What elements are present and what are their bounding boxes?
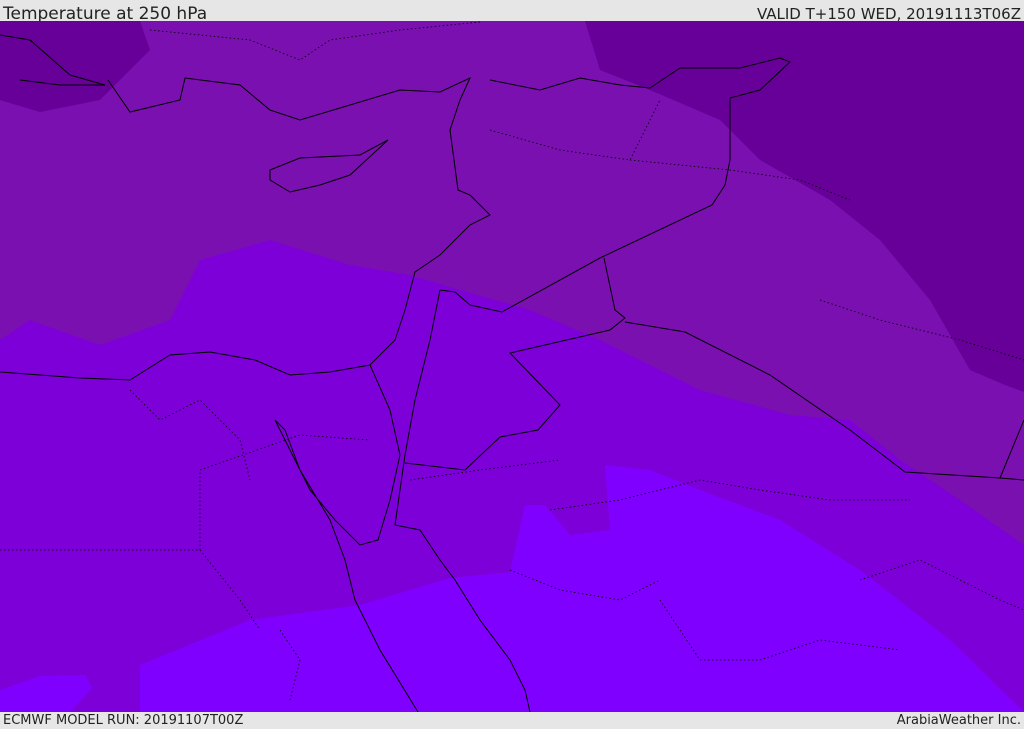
model-run: ECMWF MODEL RUN: 20191107T00Z [3, 713, 244, 728]
temperature-map [0, 21, 1024, 712]
credit: ArabiaWeather Inc. [896, 713, 1021, 728]
footer-bar: ECMWF MODEL RUN: 20191107T00Z ArabiaWeat… [0, 712, 1024, 729]
header-bar: Temperature at 250 hPa VALID T+150 WED, … [0, 0, 1024, 24]
